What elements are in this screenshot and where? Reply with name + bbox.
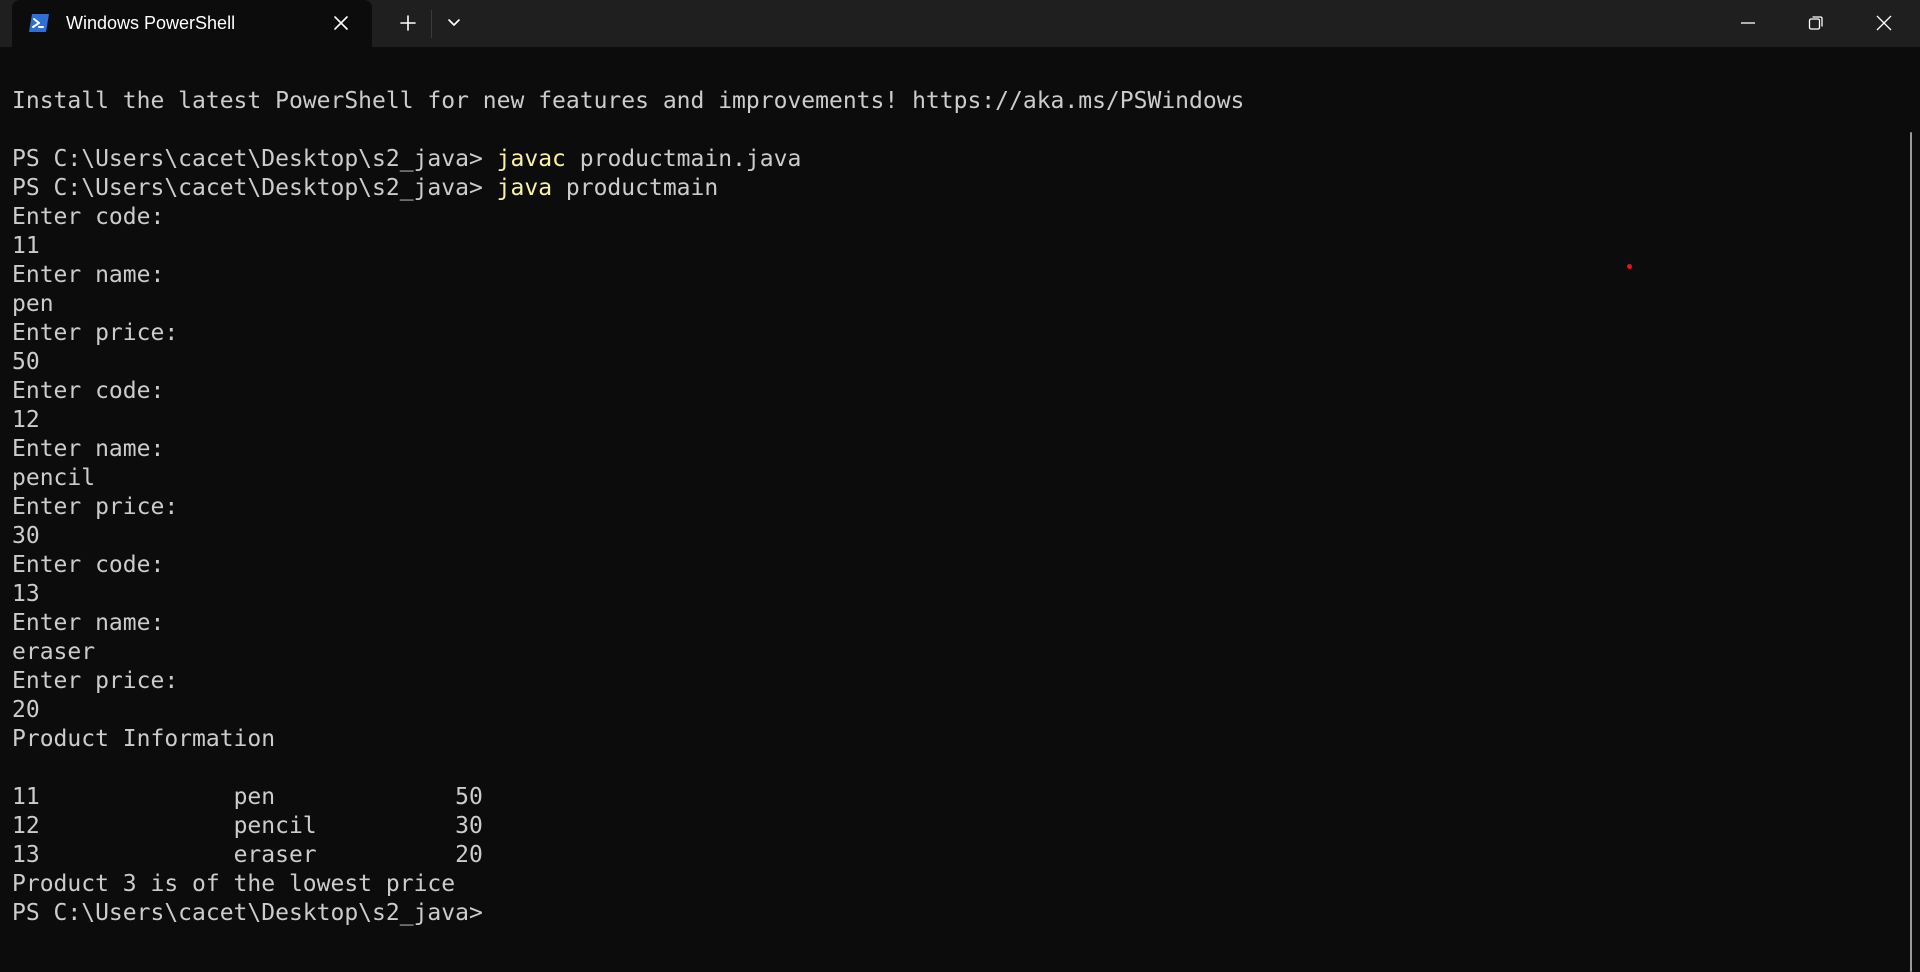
close-icon[interactable] [330, 12, 352, 34]
output-line: pen [12, 291, 54, 317]
new-tab-button[interactable] [392, 8, 424, 38]
tab-title: Windows PowerShell [66, 13, 236, 33]
command-args: productmain.java [565, 146, 802, 172]
output-line: Enter name: [12, 436, 165, 462]
prompt: PS C:\Users\cacet\Desktop\s2_java> [12, 146, 497, 172]
maximize-button[interactable] [1782, 0, 1850, 47]
output-line: Enter code: [12, 204, 165, 230]
close-icon [1876, 15, 1892, 31]
output-line: Enter code: [12, 552, 165, 578]
command-args: productmain [552, 175, 719, 201]
plus-icon [400, 15, 416, 31]
output-line: 30 [12, 523, 40, 549]
tab-windows-powershell[interactable]: Windows PowerShell [12, 0, 372, 47]
output-line: Enter price: [12, 668, 179, 694]
final-prompt: PS C:\Users\cacet\Desktop\s2_java> [12, 900, 483, 926]
title-bar: Windows PowerShell [0, 0, 1920, 47]
output-line: 12 pencil 30 [12, 813, 483, 839]
command-line: PS C:\Users\cacet\Desktop\s2_java> java … [12, 174, 1894, 203]
output-line: 20 [12, 697, 40, 723]
output-line: eraser [12, 639, 96, 665]
restore-icon [1808, 16, 1823, 30]
close-window-button[interactable] [1850, 0, 1918, 47]
output-line: Enter price: [12, 494, 179, 520]
output-line: Enter name: [12, 610, 165, 636]
output-line: Enter name: [12, 262, 165, 288]
output-line: 11 [12, 233, 40, 259]
minimize-button[interactable] [1714, 0, 1782, 47]
output-line: 11 pen 50 [12, 784, 483, 810]
output-line: Enter code: [12, 378, 165, 404]
command-name: javac [496, 146, 566, 172]
tab-separator [431, 10, 432, 38]
powershell-icon [28, 13, 50, 33]
output-line: Product 3 is of the lowest price [12, 871, 456, 897]
banner-line: Install the latest PowerShell for new fe… [12, 88, 1245, 114]
red-dot [1627, 264, 1632, 269]
minimize-icon [1741, 22, 1755, 24]
program-output: Enter code: 11 Enter name: pen Enter price: 5… [12, 203, 1894, 899]
prompt: PS C:\Users\cacet\Desktop\s2_java> [12, 175, 497, 201]
scrollbar[interactable] [1910, 132, 1912, 972]
command-name: java [496, 175, 553, 201]
output-line: 50 [12, 349, 40, 375]
output-line: pencil [12, 465, 96, 491]
chevron-down-icon [448, 19, 460, 26]
output-line: 13 [12, 581, 40, 607]
tab-dropdown-button[interactable] [438, 8, 470, 38]
output-line: Product Information [12, 726, 276, 752]
output-line: 12 [12, 407, 40, 433]
output-line: Enter price: [12, 320, 179, 346]
output-line: 13 eraser 20 [12, 842, 483, 868]
terminal-output[interactable]: Install the latest PowerShell for new fe… [0, 47, 1906, 972]
command-line: PS C:\Users\cacet\Desktop\s2_java> javac… [12, 145, 1894, 174]
